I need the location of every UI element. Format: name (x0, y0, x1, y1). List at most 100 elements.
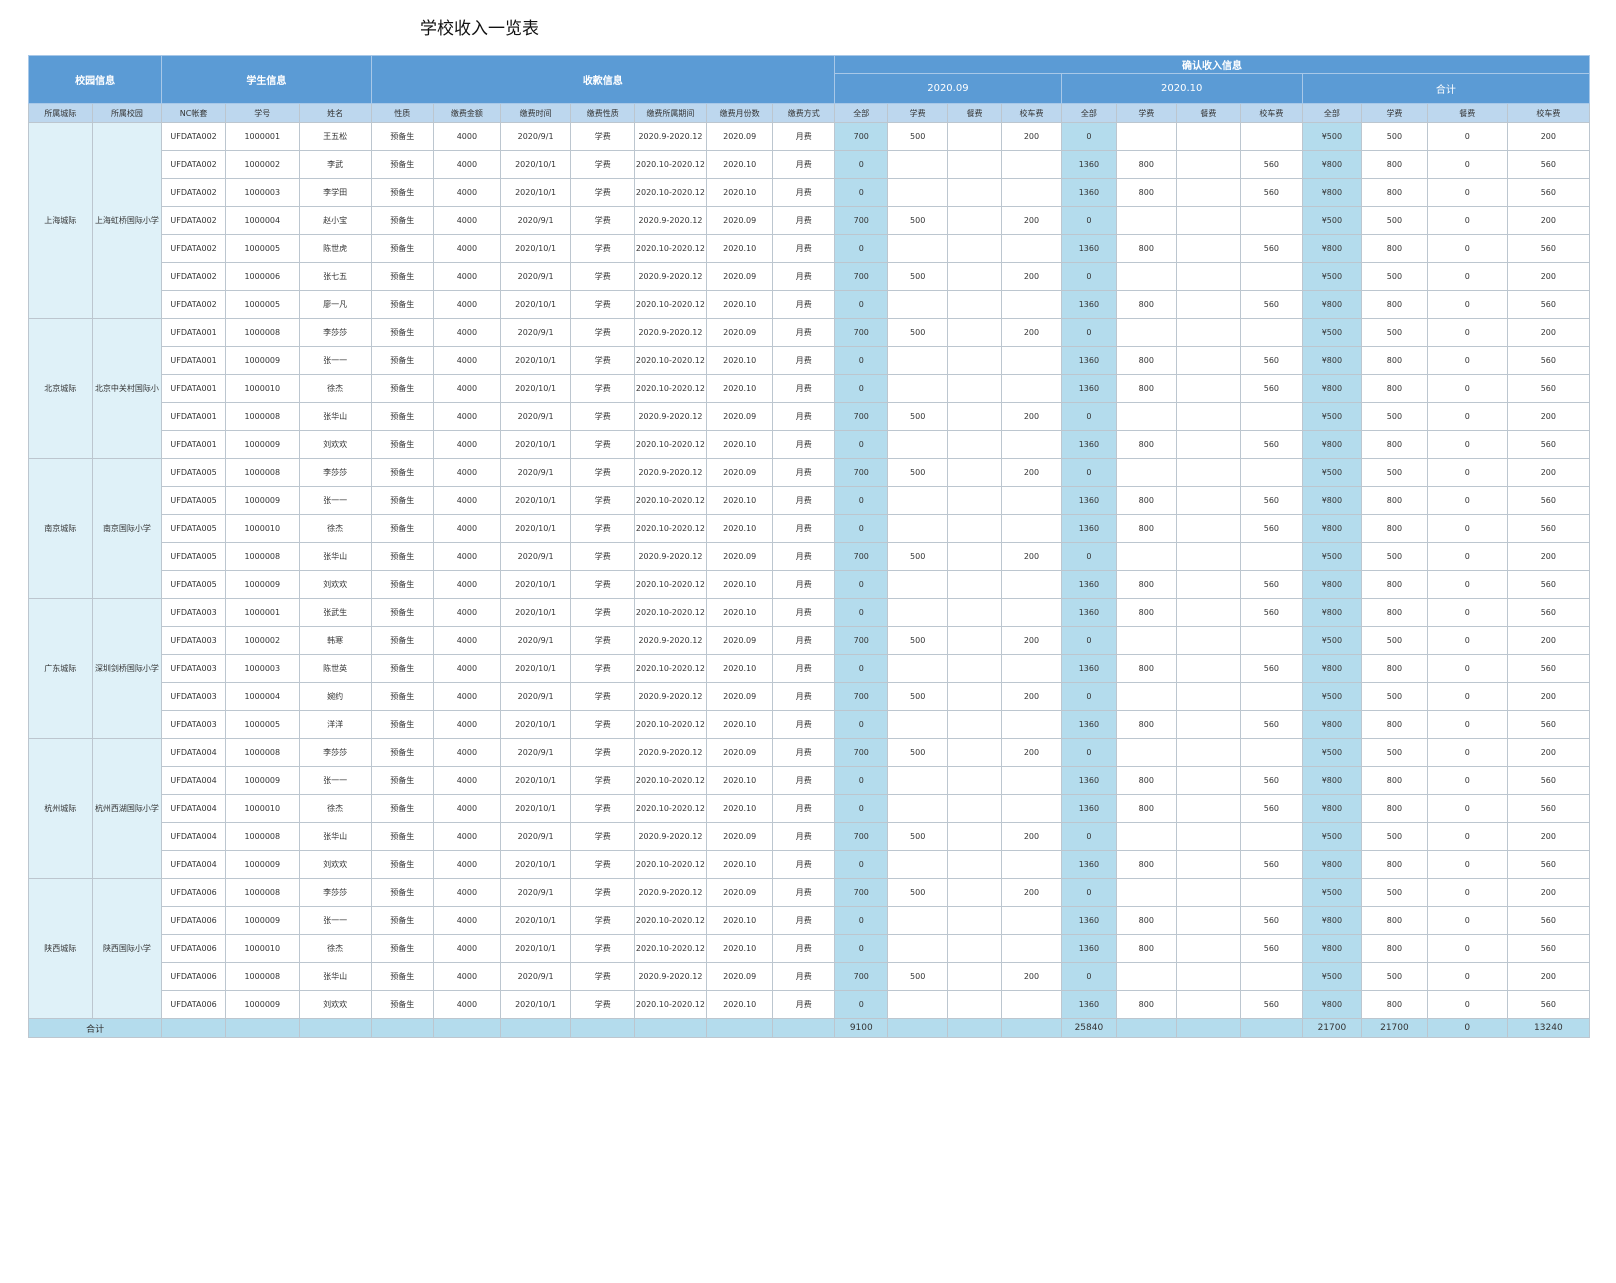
table-cell: 200 (1001, 206, 1062, 235)
table-cell (887, 794, 948, 823)
table-cell (1240, 402, 1303, 431)
table-cell (1175, 850, 1242, 879)
table-cell: 1360 (1060, 850, 1118, 879)
table-cell: 200 (1506, 738, 1591, 767)
table-cell (1116, 682, 1177, 711)
table-cell (1175, 962, 1242, 991)
table-cell: 0 (1060, 878, 1118, 907)
table-cell: 560 (1506, 990, 1591, 1019)
table-cell: 0 (1426, 430, 1508, 459)
table-cell (887, 710, 948, 739)
table-cell: ¥500 (1301, 402, 1363, 431)
column-header: NC帐套 (161, 103, 226, 123)
table-cell: 560 (1506, 486, 1591, 515)
table-cell: 月费 (772, 654, 836, 683)
table-cell: 1360 (1060, 178, 1118, 207)
table-cell: 560 (1506, 654, 1591, 683)
table-cell: 0 (834, 934, 889, 963)
table-cell: 张七五 (298, 262, 372, 291)
table-cell (1175, 486, 1242, 515)
table-cell: 200 (1001, 262, 1062, 291)
table-cell: 张一一 (298, 346, 372, 375)
table-cell: ¥800 (1301, 430, 1363, 459)
table-cell: 2020.10-2020.12 (634, 654, 707, 683)
table-cell (1175, 150, 1242, 179)
table-cell: 2020/9/1 (499, 822, 572, 851)
table-cell (887, 374, 948, 403)
table-cell (1240, 206, 1303, 235)
table-cell: 1000009 (224, 906, 300, 935)
table-cell: 0 (1426, 178, 1508, 207)
table-cell: 500 (887, 318, 948, 347)
table-cell: 2020.10-2020.12 (634, 234, 707, 263)
table-cell: 预备生 (370, 878, 435, 907)
table-cell: 560 (1240, 374, 1303, 403)
table-cell: 学费 (570, 822, 636, 851)
table-cell: 800 (1361, 290, 1428, 319)
table-cell: 0 (834, 234, 889, 263)
table-cell (1175, 822, 1242, 851)
total-cell (499, 1018, 572, 1038)
table-cell: 0 (1426, 318, 1508, 347)
table-cell: 0 (834, 794, 889, 823)
table-cell: 月费 (772, 598, 836, 627)
table-cell: 2020.10-2020.12 (634, 374, 707, 403)
table-cell: 800 (1361, 598, 1428, 627)
table-cell: 1360 (1060, 486, 1118, 515)
table-cell (1175, 346, 1242, 375)
table-row: UFDATA003 1000004 婉约 预备生 4000 2020/9/1 学费 2020.… (29, 682, 1591, 711)
table-cell: 预备生 (370, 626, 435, 655)
table-cell: 800 (1361, 654, 1428, 683)
total-cell (1001, 1018, 1062, 1038)
table-cell: 1360 (1060, 374, 1118, 403)
table-cell: 4000 (433, 738, 501, 767)
table-cell: UFDATA003 (161, 682, 226, 711)
table-cell (1240, 962, 1303, 991)
column-header: 缴费性质 (570, 103, 636, 123)
table-cell: ¥500 (1301, 962, 1363, 991)
table-cell: 0 (1060, 402, 1118, 431)
total-cell (433, 1018, 501, 1038)
table-cell: 0 (1426, 150, 1508, 179)
column-header: 全部 (1060, 103, 1118, 123)
table-cell: 4000 (433, 514, 501, 543)
table-cell: 2020.10 (705, 598, 774, 627)
period-2020-09: 2020.09 (834, 73, 1062, 104)
table-cell (946, 906, 1003, 935)
table-cell: 800 (1116, 374, 1177, 403)
table-cell: 800 (1116, 794, 1177, 823)
table-cell (1175, 766, 1242, 795)
table-cell: 1000010 (224, 514, 300, 543)
table-cell: 0 (1060, 542, 1118, 571)
table-cell: ¥800 (1301, 290, 1363, 319)
table-cell: 陈世虎 (298, 234, 372, 263)
table-cell: 月费 (772, 738, 836, 767)
table-cell: 0 (1426, 934, 1508, 963)
table-cell: 预备生 (370, 570, 435, 599)
table-cell: 0 (1060, 626, 1118, 655)
table-cell (1001, 178, 1062, 207)
table-cell: 1000008 (224, 738, 300, 767)
table-cell: 700 (834, 542, 889, 571)
table-cell (1240, 738, 1303, 767)
table-cell: 1360 (1060, 766, 1118, 795)
table-cell: 2020.09 (705, 402, 774, 431)
table-cell: 学费 (570, 570, 636, 599)
table-cell: 2020.09 (705, 626, 774, 655)
table-cell: 2020.10 (705, 346, 774, 375)
table-cell: 2020.09 (705, 262, 774, 291)
table-cell: 200 (1506, 542, 1591, 571)
table-cell (946, 850, 1003, 879)
table-cell (887, 486, 948, 515)
table-cell: 2020/9/1 (499, 626, 572, 655)
table-cell (1116, 822, 1177, 851)
table-cell (1175, 570, 1242, 599)
campus-cell: 深圳剑桥国际小学 (91, 598, 163, 739)
table-cell: 婉约 (298, 682, 372, 711)
table-cell: 学费 (570, 346, 636, 375)
table-cell: 预备生 (370, 850, 435, 879)
table-cell: 学费 (570, 318, 636, 347)
table-cell: 0 (1426, 850, 1508, 879)
table-cell: 0 (1426, 290, 1508, 319)
table-cell: 0 (1060, 122, 1118, 151)
